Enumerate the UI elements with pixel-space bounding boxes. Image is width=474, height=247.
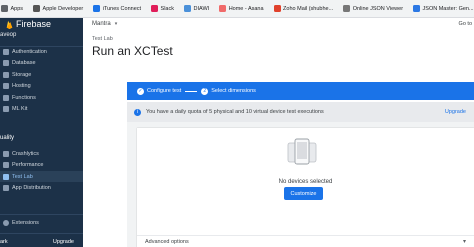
brand-name: Firebase xyxy=(16,19,52,29)
bookmark-item[interactable]: Apps xyxy=(1,5,23,12)
sidebar-item-crashlytics[interactable]: Crashlytics xyxy=(0,148,83,159)
bookmark-item[interactable]: Home - Asana xyxy=(219,5,264,12)
upgrade-link[interactable]: Upgrade xyxy=(53,239,74,245)
sidebar-item-label: Functions xyxy=(12,94,36,101)
sidebar-item-label: Hosting xyxy=(12,83,31,89)
sidebar-item-label: Test Lab xyxy=(12,173,33,180)
sidebar-item-functions[interactable]: Functions xyxy=(0,92,83,103)
bookmark-label: Slack xyxy=(160,5,174,12)
project-selector[interactable]: Mantra ▾ xyxy=(92,21,117,27)
sidebar-item-label: Database xyxy=(12,60,36,66)
bookmark-item[interactable]: JSON Master: Gen... xyxy=(413,5,474,12)
storage-icon xyxy=(3,71,9,78)
quota-banner: i You have a daily quota of 5 physical a… xyxy=(127,102,474,122)
devices-illustration-icon xyxy=(287,138,317,165)
firebase-logo[interactable]: Firebase xyxy=(6,19,51,29)
top-bar: Mantra ▾ Go to xyxy=(83,18,474,32)
bookmark-label: Home - Asana xyxy=(228,5,264,12)
quota-text: You have a daily quota of 5 physical and… xyxy=(146,109,324,115)
stepper: ✓ Configure test 2 Select dimensions xyxy=(127,82,474,100)
sidebar-item-hosting[interactable]: Hosting xyxy=(0,81,83,92)
bookmark-label: Apple Developer xyxy=(42,5,84,12)
step-number: 2 xyxy=(201,87,209,95)
customize-button[interactable]: Customize xyxy=(284,187,323,200)
ml-kit-icon xyxy=(3,106,9,112)
sidebar-item-performance[interactable]: Performance xyxy=(0,160,83,171)
develop-section-label: aveop xyxy=(0,32,17,38)
step-configure-test[interactable]: ✓ Configure test xyxy=(137,87,182,95)
sidebar-item-label: App Distribution xyxy=(12,185,51,191)
divider xyxy=(0,233,83,234)
advanced-options[interactable]: Advanced options ▾ xyxy=(137,235,474,247)
sidebar-item-database[interactable]: Database xyxy=(0,58,83,69)
bookmark-item[interactable]: Slack xyxy=(151,5,174,12)
info-icon: i xyxy=(134,108,141,116)
sidebar-item-label: Performance xyxy=(12,162,44,168)
sidebar-item-ml-kit[interactable]: ML Kit xyxy=(0,104,83,115)
devices-card: No devices selected Customize xyxy=(137,128,474,247)
bookmark-favicon-icon xyxy=(1,5,8,12)
bookmark-label: Online JSON Viewer xyxy=(352,5,404,12)
sidebar: Firebase aveop Authentication Database Sto… xyxy=(0,18,83,247)
sidebar-item-label: Extensions xyxy=(12,219,39,226)
bookmark-item[interactable]: DIAWI xyxy=(184,5,209,12)
chevron-down-icon: ▾ xyxy=(114,21,118,27)
project-name: Mantra xyxy=(92,21,111,27)
bookmark-favicon-icon xyxy=(343,5,351,12)
functions-icon xyxy=(3,94,9,101)
test-lab-icon xyxy=(3,173,9,180)
sidebar-item-storage[interactable]: Storage xyxy=(0,69,83,80)
database-icon xyxy=(3,60,9,66)
performance-icon xyxy=(3,162,9,168)
check-icon: ✓ xyxy=(137,87,144,95)
bookmark-item[interactable]: Online JSON Viewer xyxy=(343,5,403,12)
plan-row: ark Upgrade xyxy=(0,239,83,245)
authentication-icon xyxy=(3,48,9,55)
app-distribution-icon xyxy=(3,185,9,191)
no-devices-text: No devices selected xyxy=(278,179,333,185)
sidebar-item-label: ML Kit xyxy=(12,106,28,112)
divider xyxy=(0,214,83,215)
bookmark-favicon-icon xyxy=(219,5,227,12)
sidebar-item-test-lab[interactable]: Test Lab xyxy=(0,171,83,182)
step-connector xyxy=(185,90,198,92)
sidebar-item-label: Crashlytics xyxy=(12,150,39,157)
main-content: Mantra ▾ Go to Test Lab Run an XCTest ✓ … xyxy=(83,18,474,247)
goto-docs-link[interactable]: Go to xyxy=(459,21,472,27)
breadcrumb[interactable]: Test Lab xyxy=(92,36,113,42)
bookmark-label: iTunes Connect xyxy=(102,5,142,12)
step-label: Select dimensions xyxy=(211,88,256,94)
bookmark-favicon-icon xyxy=(151,5,159,12)
chevron-down-icon: ▾ xyxy=(462,239,466,245)
bookmark-item[interactable]: Apple Developer xyxy=(33,5,83,12)
crashlytics-icon xyxy=(3,150,9,157)
bookmark-favicon-icon xyxy=(273,5,281,12)
bookmark-favicon-icon xyxy=(33,5,41,12)
bookmark-label: Apps xyxy=(10,5,24,12)
page-title: Run an XCTest xyxy=(92,44,173,58)
plan-label: ark xyxy=(0,239,8,245)
sidebar-item-app-distribution[interactable]: App Distribution xyxy=(0,183,83,194)
bookmark-label: DIAWI xyxy=(193,5,210,12)
step-label: Configure test xyxy=(147,88,182,94)
extensions-icon xyxy=(3,219,9,226)
flame-icon xyxy=(6,20,13,29)
sidebar-item-extensions[interactable]: Extensions xyxy=(0,217,83,228)
upgrade-link[interactable]: Upgrade xyxy=(445,109,466,115)
bookmark-favicon-icon xyxy=(184,5,191,12)
sidebar-item-label: Storage xyxy=(12,71,32,78)
sidebar-item-authentication[interactable]: Authentication xyxy=(0,46,83,57)
quality-section-label: uality xyxy=(0,135,15,141)
bookmark-favicon-icon xyxy=(413,5,421,12)
sidebar-item-label: Authentication xyxy=(12,48,47,55)
bookmark-item[interactable]: iTunes Connect xyxy=(93,5,141,12)
bookmarks-bar: Apps Apple Developer iTunes Connect Slack DI… xyxy=(0,0,474,18)
bookmark-label: Zoho Mail (shubhe... xyxy=(283,5,334,12)
advanced-options-label: Advanced options xyxy=(145,239,189,245)
step-select-dimensions[interactable]: 2 Select dimensions xyxy=(201,87,256,95)
bookmark-favicon-icon xyxy=(93,5,101,12)
bookmark-label: JSON Master: Gen... xyxy=(422,5,474,12)
bookmark-item[interactable]: Zoho Mail (shubhe... xyxy=(273,5,334,12)
hosting-icon xyxy=(3,83,9,89)
